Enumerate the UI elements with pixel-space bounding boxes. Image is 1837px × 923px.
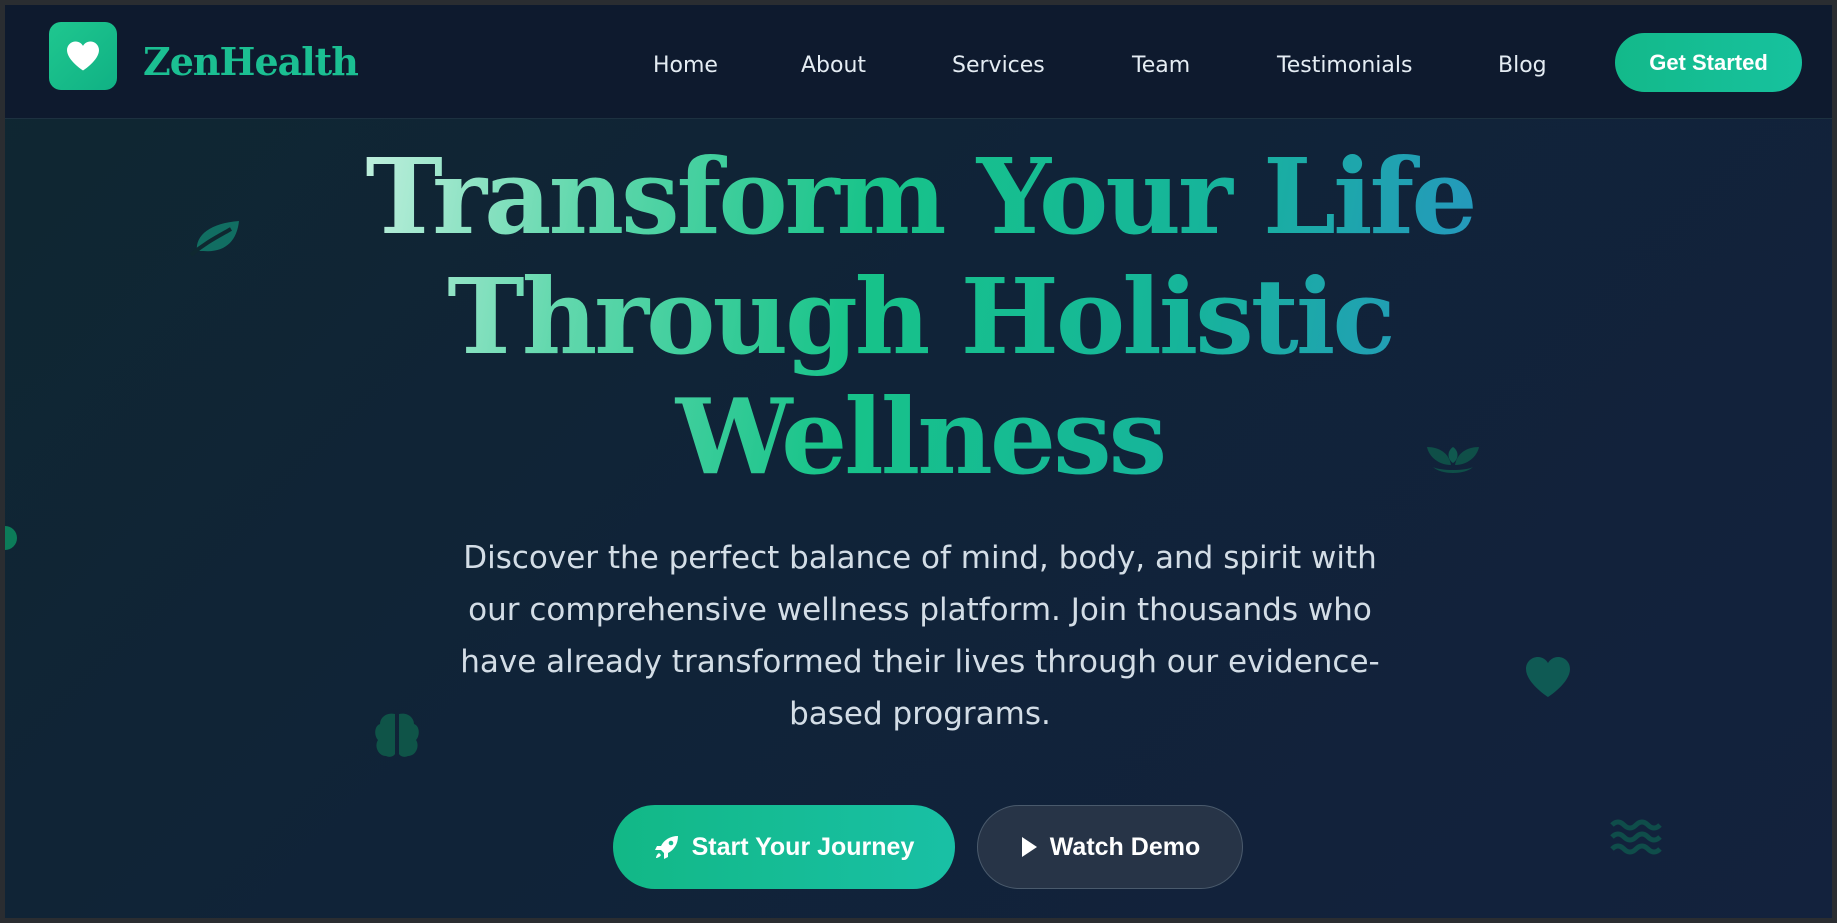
nav-link-home[interactable]: Home (653, 53, 718, 78)
nav-link-services[interactable]: Services (952, 53, 1045, 78)
brand-name[interactable]: ZenHealth (143, 39, 359, 84)
get-started-button[interactable]: Get Started (1615, 33, 1802, 92)
nav-link-team[interactable]: Team (1132, 53, 1190, 78)
headline-line: Wellness (675, 375, 1165, 498)
start-your-journey-label: Start Your Journey (691, 832, 915, 861)
logo-badge[interactable] (49, 22, 117, 90)
browser-viewport: ZenHealth Home About Services Team Testi… (5, 5, 1832, 918)
play-icon (1021, 837, 1037, 857)
watch-demo-label: Watch Demo (1049, 832, 1201, 861)
heart-icon (1526, 657, 1570, 697)
nav-link-blog[interactable]: Blog (1498, 53, 1547, 78)
circle-icon (5, 526, 17, 550)
brain-icon (375, 713, 419, 757)
headline-line: Transform Your Life (365, 135, 1475, 258)
start-your-journey-button[interactable]: Start Your Journey (613, 805, 955, 889)
nav-link-about[interactable]: About (801, 53, 866, 78)
navbar: ZenHealth Home About Services Team Testi… (5, 5, 1832, 119)
watch-demo-button[interactable]: Watch Demo (977, 805, 1243, 889)
hero-subtext: Discover the perfect balance of mind, bo… (460, 540, 1380, 732)
nav-link-testimonials[interactable]: Testimonials (1277, 53, 1412, 78)
heart-icon (67, 41, 99, 71)
hero-headline: Transform Your Life Through Holistic Wel… (305, 137, 1535, 497)
headline-line: Through Holistic (447, 255, 1393, 378)
rocket-icon (654, 836, 678, 859)
leaf-icon (189, 221, 239, 257)
waves-icon (1610, 819, 1662, 855)
